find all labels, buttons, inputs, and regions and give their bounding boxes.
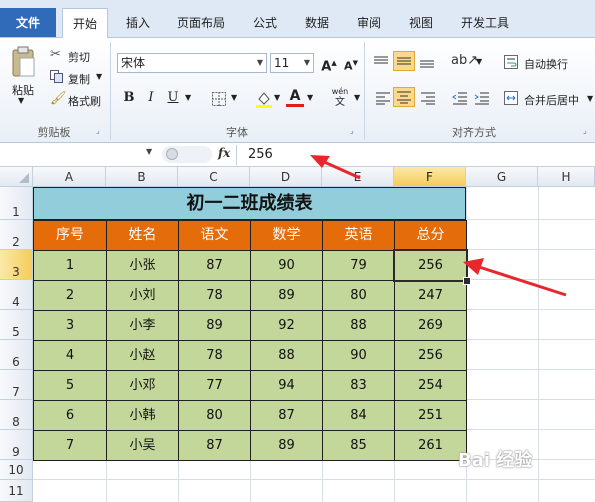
watermark: Bai 经验 (458, 450, 533, 471)
arrow-to-formula-icon (310, 155, 361, 180)
annotation-arrows (310, 155, 567, 297)
arrow-to-cell-icon (463, 258, 567, 297)
